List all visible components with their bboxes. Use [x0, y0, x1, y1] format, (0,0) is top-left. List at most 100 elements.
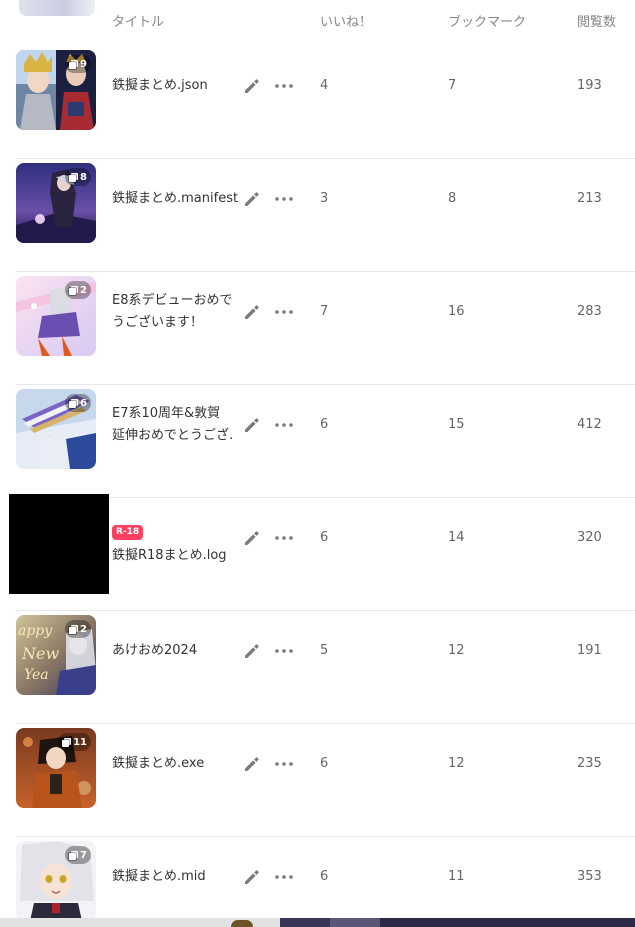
- views-count: 320: [577, 530, 602, 545]
- page-count: 8: [80, 171, 87, 183]
- page-count: 2: [80, 623, 87, 635]
- likes-count: 3: [320, 191, 329, 206]
- pencil-icon: [245, 757, 259, 771]
- work-row: 2 E8系デビューおめでと うございます！ 7 16 283: [0, 272, 635, 385]
- more-horizontal-icon: [275, 423, 293, 427]
- work-thumbnail[interactable]: 6: [16, 389, 96, 469]
- more-button[interactable]: [274, 868, 294, 886]
- more-button[interactable]: [274, 416, 294, 434]
- more-button[interactable]: [274, 529, 294, 547]
- edit-button[interactable]: [243, 529, 261, 547]
- page-count: 9: [80, 58, 87, 70]
- work-title-line: うございます！: [112, 315, 204, 330]
- edit-button[interactable]: [243, 303, 261, 321]
- work-thumbnail[interactable]: 8: [16, 163, 96, 243]
- bottom-partial-thumbnail: [280, 918, 330, 927]
- work-title[interactable]: E7系10周年&敦賀 延伸おめでとうござ…: [112, 403, 232, 447]
- r18-badge: R-18: [112, 525, 144, 540]
- work-thumbnail[interactable]: appy New Yea 2: [16, 615, 96, 695]
- likes-count: 6: [320, 756, 329, 771]
- pencil-icon: [245, 531, 259, 545]
- work-title[interactable]: 鉄擬R18まとめ.log: [112, 545, 232, 567]
- pages-icon: [69, 285, 79, 295]
- likes-count: 4: [320, 78, 329, 93]
- more-horizontal-icon: [275, 536, 293, 540]
- pencil-icon: [245, 418, 259, 432]
- column-header-title: タイトル: [112, 15, 165, 30]
- edit-button[interactable]: [243, 642, 261, 660]
- avatar-partial: [231, 920, 253, 927]
- likes-count: 6: [320, 417, 329, 432]
- likes-count: 7: [320, 304, 329, 319]
- more-button[interactable]: [274, 303, 294, 321]
- views-count: 191: [577, 643, 602, 658]
- work-title[interactable]: E8系デビューおめでと うございます！: [112, 290, 232, 334]
- bottom-partial-thumbnail: [380, 918, 635, 927]
- work-row: 6 E7系10周年&敦賀 延伸おめでとうござ… 6 15 412: [0, 385, 635, 498]
- work-title[interactable]: あけおめ2024: [112, 640, 242, 662]
- edit-button[interactable]: [243, 77, 261, 95]
- views-count: 353: [577, 869, 602, 884]
- more-horizontal-icon: [275, 649, 293, 653]
- pencil-icon: [245, 305, 259, 319]
- work-title[interactable]: 鉄擬まとめ.manifest: [112, 188, 242, 210]
- edit-button[interactable]: [243, 868, 261, 886]
- column-header-views[interactable]: 閲覧数: [577, 15, 616, 31]
- bottom-partial-thumbnail: [330, 918, 380, 927]
- more-horizontal-icon: [275, 762, 293, 766]
- more-button[interactable]: [274, 755, 294, 773]
- bookmarks-count: 8: [448, 191, 457, 206]
- views-count: 412: [577, 417, 602, 432]
- work-row: 11 鉄擬まとめ.exe 6 12 235: [0, 724, 635, 837]
- column-header-likes[interactable]: いいね！: [320, 15, 372, 31]
- work-row: 8 鉄擬まとめ.manifest 3 8 213: [0, 159, 635, 272]
- page-count-badge: 9: [65, 55, 91, 73]
- views-count: 193: [577, 78, 602, 93]
- bookmarks-count: 11: [448, 869, 465, 884]
- bottom-partial-content: [0, 918, 635, 927]
- pages-icon: [69, 850, 79, 860]
- work-row: 7 鉄擬まとめ.mid 6 11 353: [0, 837, 635, 927]
- more-button[interactable]: [274, 77, 294, 95]
- views-count: 235: [577, 756, 602, 771]
- work-title-line: 延伸おめでとうござ…: [112, 428, 232, 443]
- work-thumbnail[interactable]: 2: [16, 276, 96, 356]
- work-title[interactable]: 鉄擬まとめ.json: [112, 75, 242, 97]
- more-horizontal-icon: [275, 875, 293, 879]
- page-count-badge: 7: [65, 846, 91, 864]
- work-row: R-18 鉄擬R18まとめ.log 6 14 320: [0, 494, 635, 611]
- page-count: 11: [73, 736, 87, 748]
- likes-count: 5: [320, 643, 329, 658]
- bookmarks-count: 15: [448, 417, 465, 432]
- views-count: 213: [577, 191, 602, 206]
- more-button[interactable]: [274, 642, 294, 660]
- work-title[interactable]: 鉄擬まとめ.mid: [112, 866, 242, 888]
- pages-icon: [69, 172, 79, 182]
- page-count: 6: [80, 397, 87, 409]
- page-count-badge: 2: [65, 620, 91, 638]
- edit-button[interactable]: [243, 190, 261, 208]
- page-count-badge: 8: [65, 168, 91, 186]
- bottom-partial-panel: [0, 918, 280, 927]
- views-count: 283: [577, 304, 602, 319]
- work-thumbnail-hidden[interactable]: [9, 494, 109, 594]
- work-title-line: E8系デビューおめでと: [112, 293, 232, 308]
- work-title-line: E7系10周年&敦賀: [112, 406, 221, 421]
- more-horizontal-icon: [275, 197, 293, 201]
- more-button[interactable]: [274, 190, 294, 208]
- edit-button[interactable]: [243, 416, 261, 434]
- pencil-icon: [245, 79, 259, 93]
- edit-button[interactable]: [243, 755, 261, 773]
- work-thumbnail[interactable]: 9: [16, 50, 96, 130]
- bookmarks-count: 12: [448, 643, 465, 658]
- work-thumbnail[interactable]: 11: [16, 728, 96, 808]
- work-thumbnail[interactable]: 7: [16, 841, 96, 921]
- column-header-bookmarks[interactable]: ブックマーク: [448, 15, 526, 31]
- work-row: appy New Yea 2 あけおめ2024 5 12 191: [0, 611, 635, 724]
- thumbnail-text: Yea: [24, 667, 49, 683]
- work-title[interactable]: 鉄擬まとめ.exe: [112, 753, 242, 775]
- more-horizontal-icon: [275, 310, 293, 314]
- work-row: 9 鉄擬まとめ.json 4 7 193: [0, 46, 635, 159]
- page-count: 2: [80, 284, 87, 296]
- bookmarks-count: 16: [448, 304, 465, 319]
